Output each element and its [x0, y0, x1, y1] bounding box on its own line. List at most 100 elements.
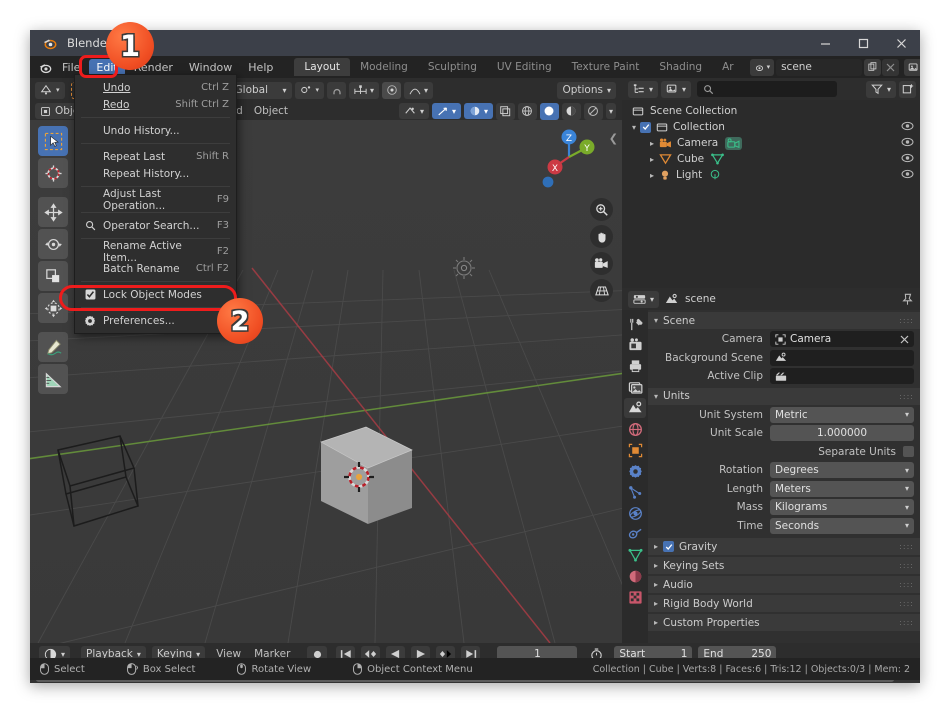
gravity-checkbox[interactable] — [663, 541, 674, 552]
tab-modeling[interactable]: Modeling — [350, 58, 418, 76]
camera-data-icon[interactable] — [725, 137, 742, 150]
background-scene-field[interactable] — [770, 350, 914, 366]
tab-layout[interactable]: Layout — [294, 58, 350, 76]
properties-editor-type-icon[interactable]: ▾ — [628, 291, 659, 308]
tab-texture-paint[interactable]: Texture Paint — [562, 58, 650, 76]
tool-annotate-icon[interactable] — [38, 332, 68, 362]
outliner-search-field[interactable] — [718, 84, 837, 95]
mass-unit-dropdown[interactable]: Kilograms ▾ — [770, 499, 914, 515]
world-icon[interactable] — [624, 419, 646, 439]
menu-item-redo[interactable]: Redo Shift Ctrl Z — [75, 96, 236, 113]
outliner-row-cube[interactable]: ▸ Cube — [622, 151, 920, 167]
tab-animation[interactable]: Ar — [712, 58, 744, 76]
physics-icon[interactable] — [624, 503, 646, 523]
camera-view-icon[interactable] — [590, 252, 613, 275]
visibility-eye-icon[interactable] — [901, 121, 914, 134]
close-icon[interactable] — [882, 30, 920, 56]
collection-checkbox[interactable] — [640, 122, 651, 133]
outliner-filter-id-icon[interactable]: ▾ — [661, 81, 691, 98]
panel-header-keying-sets[interactable]: ▸ Keying Sets :::: — [648, 557, 920, 574]
panel-header-rigid-body-world[interactable]: ▸ Rigid Body World :::: — [648, 595, 920, 612]
proportional-edit-icon[interactable] — [382, 82, 401, 99]
tab-uv-editing[interactable]: UV Editing — [487, 58, 562, 76]
menu-item-adjust-last-operation[interactable]: Adjust Last Operation... F9 — [75, 191, 236, 208]
menu-item-repeat-history[interactable]: Repeat History... — [75, 165, 236, 182]
menu-window[interactable]: Window — [182, 59, 239, 76]
length-unit-dropdown[interactable]: Meters ▾ — [770, 481, 914, 497]
hand-pan-icon[interactable] — [590, 225, 613, 248]
blender-menu-icon[interactable] — [38, 60, 53, 75]
overlays-toggle[interactable]: ▾ — [464, 103, 493, 119]
zoom-icon[interactable] — [590, 198, 613, 221]
navigation-gizmo[interactable]: Z Y X — [538, 126, 600, 192]
tab-shading[interactable]: Shading — [649, 58, 712, 76]
panel-header-audio[interactable]: ▸ Audio :::: — [648, 576, 920, 593]
panel-header-custom-properties[interactable]: ▸ Custom Properties :::: — [648, 614, 920, 631]
tool-move-icon[interactable] — [38, 197, 68, 227]
scene-name-field[interactable]: scene — [776, 59, 862, 76]
clear-camera-icon[interactable] — [900, 335, 909, 344]
rotation-unit-dropdown[interactable]: Degrees ▾ — [770, 462, 914, 478]
menu-item-undo-history[interactable]: Undo History... — [75, 122, 236, 139]
shading-solid-icon[interactable] — [540, 103, 559, 120]
output-icon[interactable] — [624, 356, 646, 376]
remove-scene-icon[interactable] — [882, 59, 899, 76]
pivot-point-icon[interactable]: ▾ — [295, 82, 325, 99]
menu-item-operator-search[interactable]: Operator Search... F3 — [75, 217, 236, 234]
expand-triangle-icon[interactable]: ▸ — [650, 155, 654, 164]
unit-system-dropdown[interactable]: Metric ▾ — [770, 407, 914, 423]
xray-toggle-icon[interactable] — [496, 103, 515, 120]
shading-options-dropdown[interactable]: ▾ — [606, 103, 616, 119]
menu-item-repeat-last[interactable]: Repeat Last Shift R — [75, 148, 236, 165]
view-layer-browse-icon[interactable]: ▾ — [904, 59, 920, 76]
menu-help[interactable]: Help — [241, 59, 280, 76]
editor-type-icon[interactable]: ▾ — [35, 82, 65, 99]
pin-icon[interactable] — [901, 293, 914, 306]
gizmo-toggle[interactable]: ▾ — [432, 103, 461, 119]
menu-item-undo[interactable]: Undo Ctrl Z — [75, 79, 236, 96]
panel-header-gravity[interactable]: ▸ Gravity :::: — [648, 538, 920, 555]
properties-editor[interactable]: ▾ scene — [622, 288, 920, 643]
outliner-search-input[interactable] — [697, 81, 837, 97]
render-icon[interactable] — [624, 335, 646, 355]
separate-units-checkbox[interactable] — [903, 446, 914, 457]
menu-item-batch-rename[interactable]: Batch Rename Ctrl F2 — [75, 260, 236, 277]
object-icon[interactable] — [624, 440, 646, 460]
minimize-icon[interactable] — [806, 30, 844, 56]
transform-orientation-dropdown[interactable]: Global ▾ — [230, 82, 292, 99]
outliner-row-light[interactable]: ▸ Light — [622, 167, 920, 183]
shading-rendered-icon[interactable] — [584, 103, 603, 120]
tool-measure-icon[interactable] — [38, 364, 68, 394]
tool-icon[interactable] — [624, 314, 646, 334]
outliner-filter-icon[interactable]: ▾ — [866, 81, 896, 98]
visibility-eye-icon[interactable] — [901, 153, 914, 166]
visibility-eye-icon[interactable] — [901, 137, 914, 150]
shading-wireframe-icon[interactable] — [518, 103, 537, 120]
shading-material-icon[interactable] — [562, 103, 581, 120]
visibility-eye-icon[interactable] — [901, 169, 914, 182]
material-icon[interactable] — [624, 566, 646, 586]
viewport-options-dropdown[interactable]: Options ▾ — [557, 82, 616, 99]
particles-icon[interactable] — [624, 482, 646, 502]
snap-to-dropdown[interactable]: ▾ — [349, 82, 379, 99]
light-data-icon[interactable] — [709, 169, 721, 181]
snap-magnet-icon[interactable] — [327, 82, 346, 99]
constraints-icon[interactable] — [624, 524, 646, 544]
tool-cursor-icon[interactable] — [38, 158, 68, 188]
scene-browse-icon[interactable]: ▾ — [750, 59, 775, 76]
expand-triangle-icon[interactable]: ▸ — [650, 171, 654, 180]
modifier-icon[interactable] — [624, 461, 646, 481]
viewport-menu-object[interactable]: Object — [254, 105, 288, 117]
outliner-row-scene-collection[interactable]: Scene Collection — [622, 103, 920, 119]
expand-triangle-icon[interactable]: ▸ — [650, 139, 654, 148]
panel-header-units[interactable]: ▾ Units :::: — [648, 388, 920, 405]
maximize-icon[interactable] — [844, 30, 882, 56]
panel-header-scene[interactable]: ▾ Scene :::: — [648, 312, 920, 329]
tab-sculpting[interactable]: Sculpting — [418, 58, 487, 76]
camera-object-field[interactable]: Camera — [770, 331, 914, 347]
tool-select-box-icon[interactable] — [38, 126, 68, 156]
active-clip-field[interactable] — [770, 368, 914, 384]
new-scene-icon[interactable] — [864, 59, 881, 76]
scene-icon[interactable] — [624, 398, 646, 418]
grid-ortho-icon[interactable] — [590, 279, 613, 302]
